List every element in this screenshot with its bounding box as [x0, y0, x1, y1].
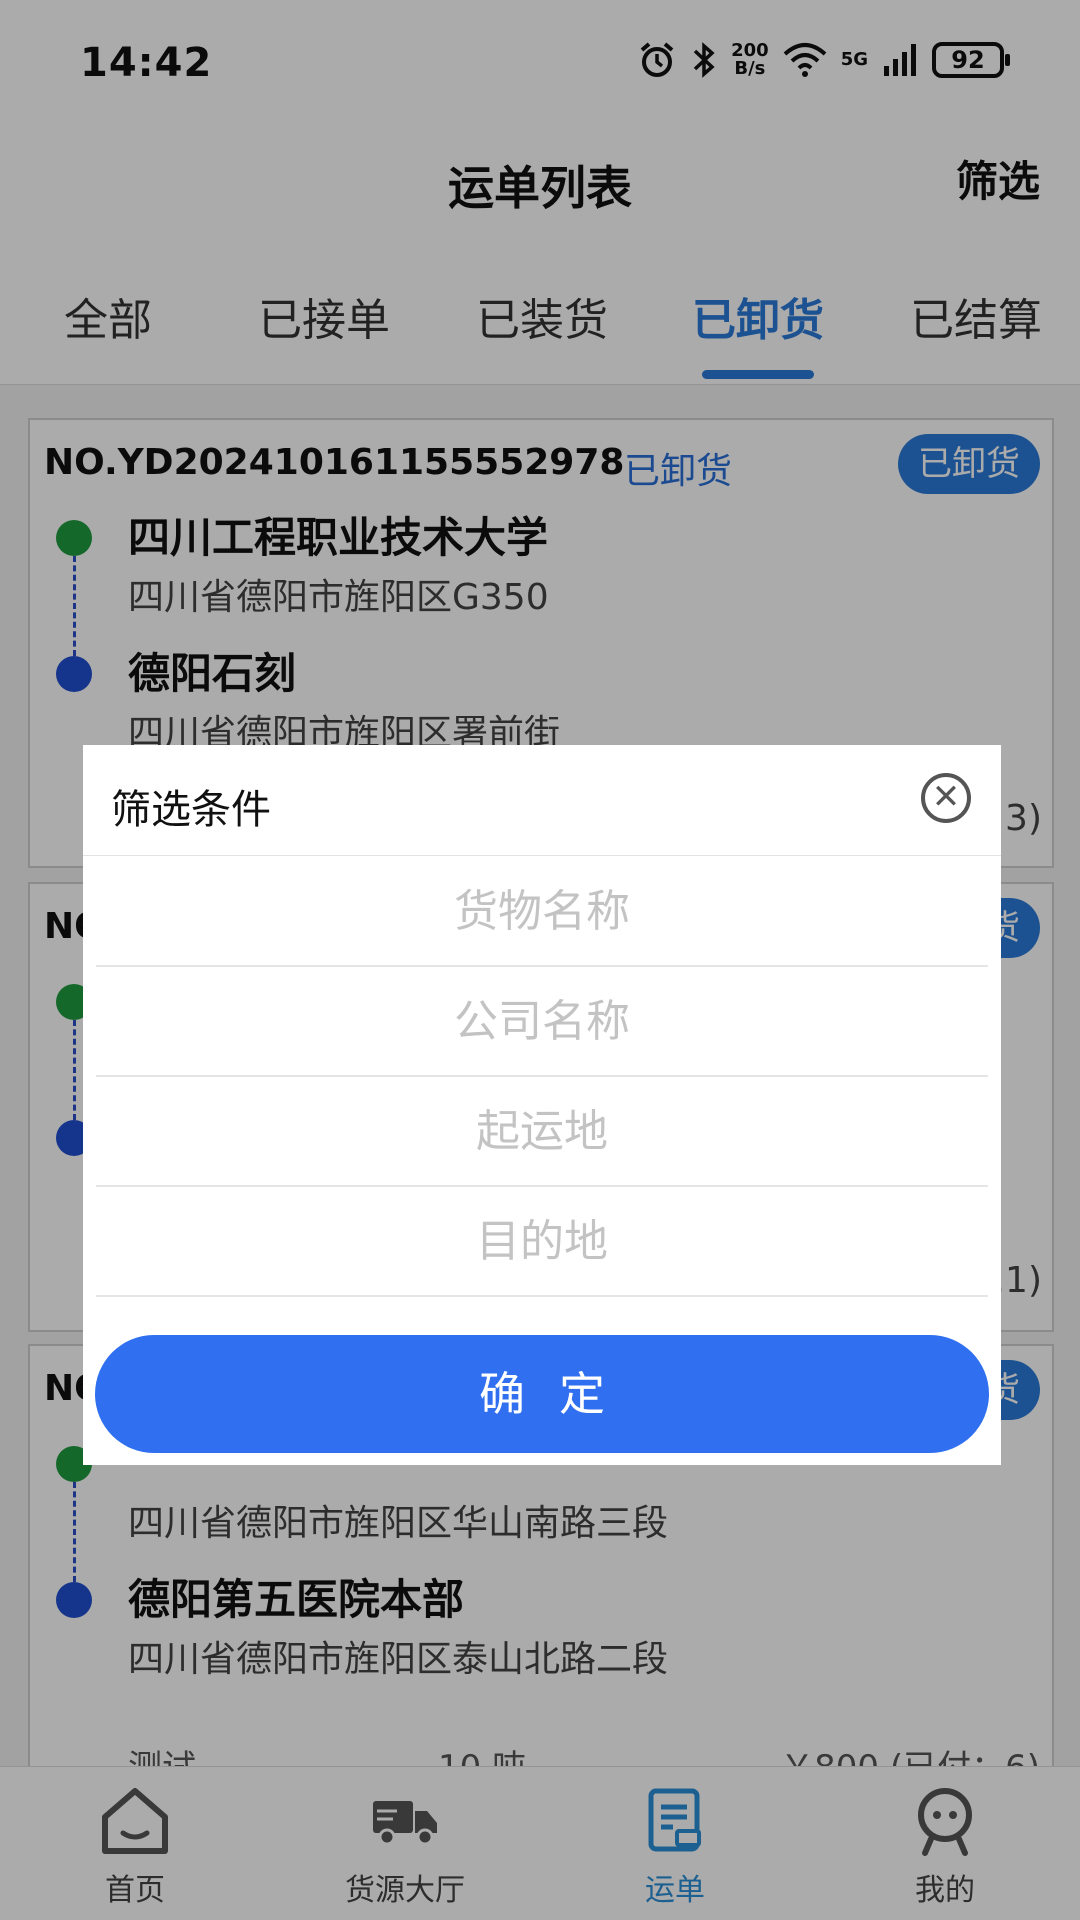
dialog-title: 筛选条件: [111, 787, 271, 833]
origin-field: [96, 1077, 988, 1187]
confirm-button[interactable]: 确定: [95, 1335, 989, 1453]
destination-field: [96, 1187, 988, 1297]
company-name-field: [96, 967, 988, 1077]
dialog-divider: [83, 855, 1001, 856]
origin-input[interactable]: [96, 1077, 988, 1185]
goods-name-field: [96, 857, 988, 967]
app-screen: 14:42 200 B/s 5G 92 运单列表 筛选 全部 已接单 已装货 已…: [0, 0, 1080, 1920]
filter-dialog: 筛选条件 ✕ 确定: [83, 745, 1001, 1465]
close-circle-icon[interactable]: ✕: [921, 773, 971, 823]
destination-input[interactable]: [96, 1187, 988, 1295]
goods-name-input[interactable]: [96, 857, 988, 965]
company-name-input[interactable]: [96, 967, 988, 1075]
